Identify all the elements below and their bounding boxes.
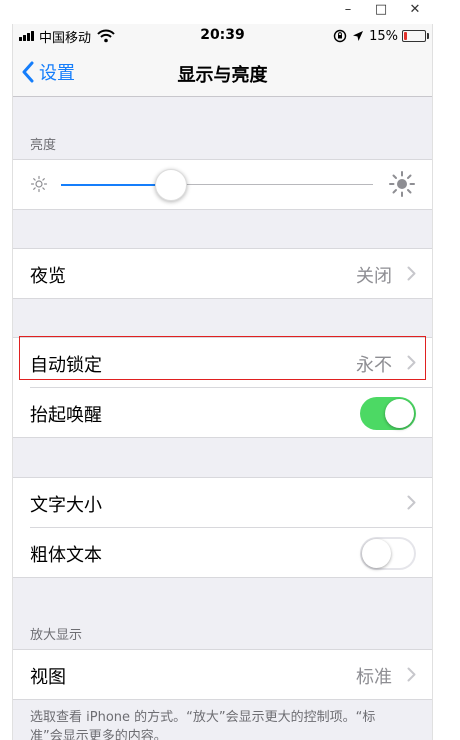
zoom-footer-text: 选取查看 iPhone 的方式。“放大”会显示更大的控制项。“标准”会显示更多的… [30, 710, 376, 740]
raise-to-wake-label: 抬起唤醒 [30, 405, 102, 426]
toggle-knob [385, 399, 414, 428]
raise-to-wake-row: 抬起唤醒 [13, 388, 432, 437]
auto-lock-highlight [19, 336, 426, 380]
location-icon [353, 31, 364, 41]
text-size-row[interactable]: 文字大小 [13, 478, 432, 527]
brightness-low-icon [30, 175, 48, 193]
night-shift-row[interactable]: 夜览 关闭 [13, 249, 432, 298]
night-shift-value: 关闭 [356, 266, 392, 287]
navigation-bar: 设置 显示与亮度 [13, 48, 432, 97]
status-bar: 中国移动 20:39 15% [13, 24, 432, 48]
phone-screen: 中国移动 20:39 15% 设置 显示与亮度 亮度 夜览 关闭 自动锁定 永不… [12, 24, 433, 740]
zoom-header: 放大显示 [30, 628, 83, 643]
night-shift-group: 夜览 关闭 [13, 248, 432, 299]
view-label: 视图 [30, 667, 66, 688]
brightness-group [13, 159, 432, 210]
page-title: 显示与亮度 [177, 65, 268, 86]
bold-text-label: 粗体文本 [30, 545, 102, 566]
raise-to-wake-toggle[interactable] [360, 397, 416, 430]
battery-icon [402, 30, 429, 42]
text-group: 文字大小 粗体文本 [13, 477, 432, 578]
chevron-right-icon [407, 495, 416, 510]
battery-percent: 15% [369, 28, 398, 44]
view-value: 标准 [356, 667, 392, 688]
brightness-slider-thumb[interactable] [155, 169, 188, 201]
brightness-header: 亮度 [30, 138, 57, 153]
chevron-right-icon [407, 266, 416, 281]
chevron-right-icon [407, 667, 416, 682]
maximize-button[interactable]: □ [371, 2, 391, 17]
minimize-button[interactable]: – [338, 2, 358, 17]
bold-text-toggle[interactable] [360, 537, 416, 570]
brightness-slider-fill [61, 183, 171, 186]
toggle-knob [362, 539, 391, 568]
window-controls: – □ ✕ [0, 0, 460, 24]
brightness-slider[interactable] [61, 169, 373, 201]
brightness-high-icon [389, 171, 415, 197]
view-row[interactable]: 视图 标准 [13, 650, 432, 699]
rotation-lock-icon [333, 29, 347, 43]
night-shift-label: 夜览 [30, 266, 66, 287]
text-size-label: 文字大小 [30, 495, 102, 516]
zoom-group: 视图 标准 [13, 649, 432, 700]
close-button[interactable]: ✕ [405, 2, 425, 17]
bold-text-row: 粗体文本 [13, 528, 432, 577]
